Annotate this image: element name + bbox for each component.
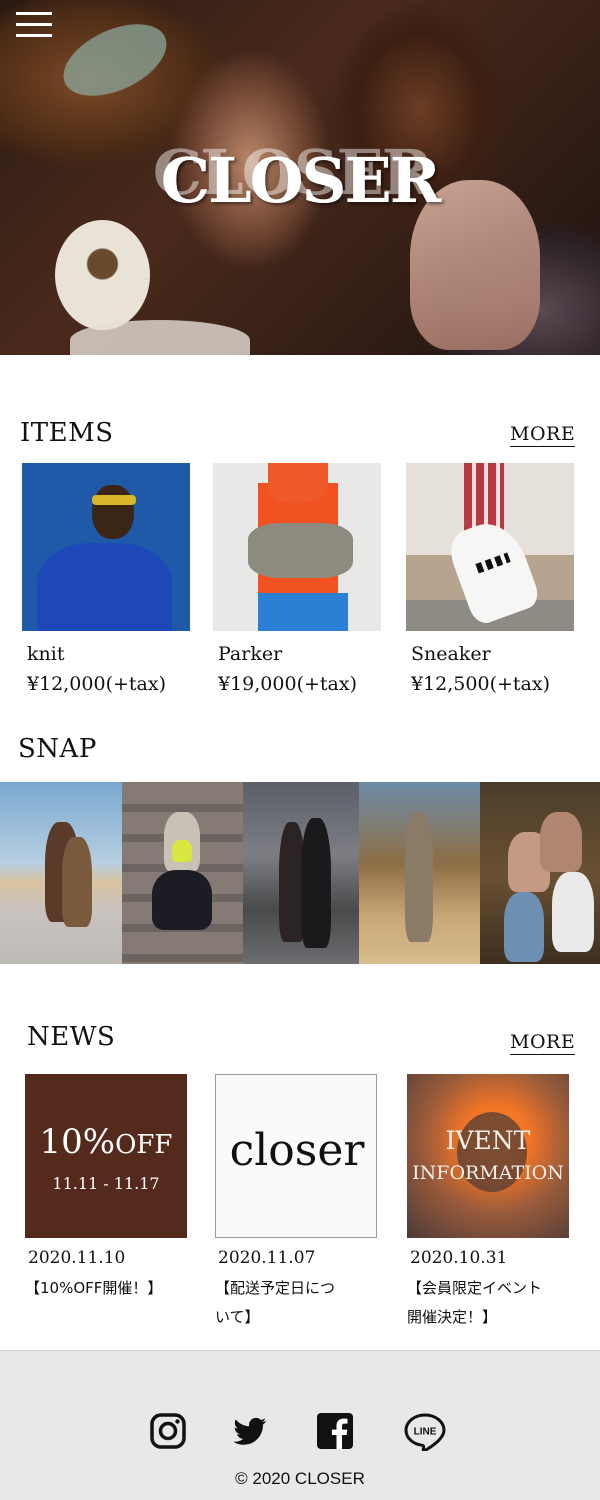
items-heading: ITEMS: [20, 418, 114, 448]
item-price: ¥12,500(+tax): [411, 673, 550, 695]
instagram-icon[interactable]: [148, 1411, 188, 1451]
news-card[interactable]: 10%OFF 11.11 - 11.17 2020.11.10 【10%OFF開…: [25, 1074, 187, 1297]
line-icon[interactable]: LINE: [403, 1411, 447, 1451]
news-date: 2020.11.10: [28, 1248, 126, 1268]
item-name: Parker: [218, 643, 283, 665]
event-subtitle-text: INFORMATION: [412, 1162, 564, 1184]
item-photo[interactable]: [213, 463, 381, 631]
news-title: 【配送予定日につ いて】: [215, 1279, 336, 1326]
news-title: 【会員限定イベント 開催決定！】: [407, 1279, 543, 1326]
news-thumbnail[interactable]: closer: [215, 1074, 377, 1238]
snap-photo[interactable]: [359, 782, 480, 964]
hamburger-menu-icon[interactable]: [16, 12, 54, 42]
news-card[interactable]: IVENT INFORMATION 2020.10.31 【会員限定イベント 開…: [407, 1074, 569, 1326]
item-card-knit[interactable]: knit ¥12,000(+tax): [22, 463, 192, 695]
hero-leaf-decoration: [52, 9, 178, 111]
news-date: 2020.10.31: [410, 1248, 508, 1268]
copyright-text: © 2020 CLOSER: [235, 1469, 365, 1488]
news-thumbnail[interactable]: 10%OFF 11.11 - 11.17: [25, 1074, 187, 1238]
brand-logo: CLOSER: [160, 144, 442, 217]
hero-earring: [55, 220, 150, 330]
news-title: 【10%OFF開催！】: [25, 1279, 163, 1297]
news-card[interactable]: closer 2020.11.07 【配送予定日につ いて】: [215, 1074, 377, 1326]
hero-shirt: [70, 320, 250, 355]
svg-text:LINE: LINE: [414, 1427, 437, 1438]
snap-photo[interactable]: [243, 782, 359, 964]
twitter-icon[interactable]: [230, 1411, 270, 1451]
news-thumbnail[interactable]: IVENT INFORMATION: [407, 1074, 569, 1238]
item-name: Sneaker: [411, 643, 491, 665]
snap-photo[interactable]: [0, 782, 122, 964]
facebook-icon[interactable]: [315, 1411, 355, 1451]
item-card-sneaker[interactable]: Sneaker ¥12,500(+tax): [406, 463, 576, 695]
snap-gallery: [0, 782, 600, 964]
item-price: ¥12,000(+tax): [27, 673, 166, 695]
item-photo[interactable]: [406, 463, 574, 631]
event-title-text: IVENT: [445, 1126, 531, 1155]
item-price: ¥19,000(+tax): [218, 673, 357, 695]
snap-photo[interactable]: [122, 782, 243, 964]
news-date: 2020.11.07: [218, 1248, 316, 1268]
sale-off-text: OFF: [115, 1130, 173, 1160]
item-name: knit: [27, 643, 65, 665]
snap-photo[interactable]: [480, 782, 600, 964]
footer: LINE © 2020 CLOSER: [0, 1350, 600, 1500]
sale-period-text: 11.11 - 11.17: [52, 1174, 160, 1193]
item-card-parker[interactable]: Parker ¥19,000(+tax): [213, 463, 383, 695]
news-heading: NEWS: [27, 1022, 116, 1052]
snap-heading: SNAP: [18, 734, 97, 764]
item-photo[interactable]: [22, 463, 190, 631]
news-more-link[interactable]: MORE: [510, 1031, 576, 1055]
closer-logo-text: closer: [229, 1125, 365, 1176]
hero-image: CLOSER: [0, 0, 600, 355]
sale-percent-text: 10%: [39, 1122, 116, 1162]
items-more-link[interactable]: MORE: [510, 423, 576, 447]
